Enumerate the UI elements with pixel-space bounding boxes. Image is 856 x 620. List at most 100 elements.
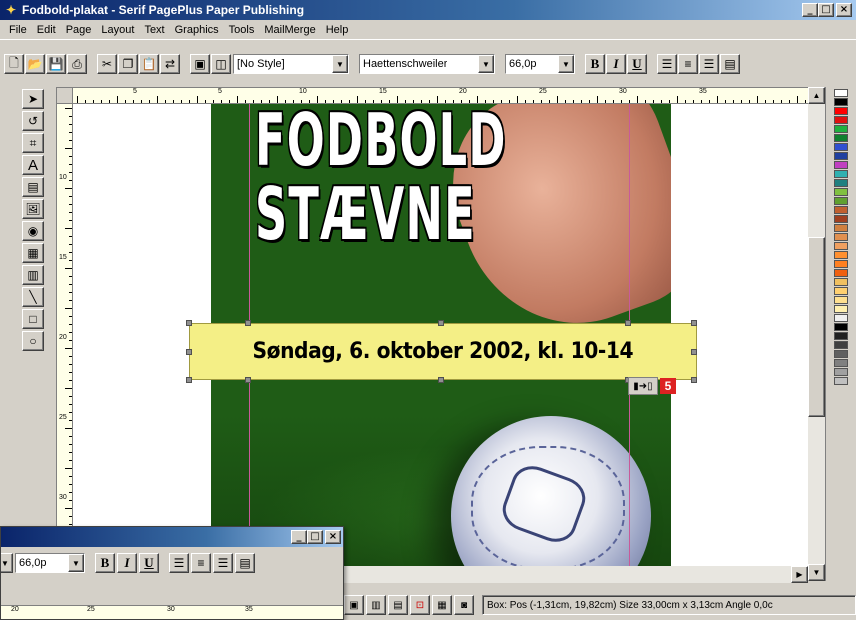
underline-button[interactable]: U (139, 553, 159, 573)
page-view-icon[interactable]: ▣ (344, 595, 364, 615)
color-swatch[interactable] (834, 107, 848, 115)
size-select[interactable]: 66,0p ▼ (505, 54, 575, 74)
text-flow-indicator[interactable]: ▮➜▯ 5 (628, 377, 676, 395)
picture-tool-icon[interactable]: 🖼 (22, 199, 44, 219)
paste-icon[interactable]: 📋 (139, 54, 159, 74)
image-icon[interactable]: ◙ (454, 595, 474, 615)
color-swatch[interactable] (834, 170, 848, 178)
minimize-button[interactable]: _ (802, 3, 818, 17)
scroll-thumb[interactable] (808, 237, 825, 417)
align-center-icon[interactable]: ≡ (678, 54, 698, 74)
color-swatch[interactable] (834, 278, 848, 286)
text-frame-icon[interactable]: ⊡ (410, 595, 430, 615)
color-swatch[interactable] (834, 233, 848, 241)
color-swatch[interactable] (834, 179, 848, 187)
color-swatch[interactable] (834, 161, 848, 169)
color-swatch[interactable] (834, 251, 848, 259)
menu-layout[interactable]: Layout (96, 24, 139, 36)
maximize-button[interactable]: □ (307, 530, 323, 544)
document-workspace[interactable]: 5 5 10 15 20 25 30 35 10 15 20 25 30 FOD… (56, 87, 826, 581)
color-swatch[interactable] (834, 224, 848, 232)
bold-button[interactable]: B (95, 553, 115, 573)
style-select[interactable]: [No Style] ▼ (233, 54, 349, 74)
align-right-icon[interactable]: ☰ (699, 54, 719, 74)
pointer-tool-icon[interactable]: ➤ (22, 89, 44, 109)
color-swatch[interactable] (834, 143, 848, 151)
chevron-down-icon[interactable]: ▼ (558, 55, 574, 73)
selection-handle[interactable] (438, 320, 444, 326)
align-left-icon[interactable]: ☰ (657, 54, 677, 74)
crop-tool-icon[interactable]: ⌗ (22, 133, 44, 153)
color-swatch[interactable] (834, 305, 848, 313)
table-tool-icon[interactable]: ▦ (22, 243, 44, 263)
color-swatch[interactable] (834, 368, 848, 376)
color-swatch[interactable] (834, 206, 848, 214)
italic-button[interactable]: I (606, 54, 626, 74)
menu-graphics[interactable]: Graphics (170, 24, 224, 36)
calendar-tool-icon[interactable]: ▥ (22, 265, 44, 285)
vertical-ruler[interactable]: 10 15 20 25 30 (57, 104, 73, 580)
color-swatch[interactable] (834, 350, 848, 358)
selection-handle[interactable] (245, 320, 251, 326)
align-left-icon[interactable]: ☰ (169, 553, 189, 573)
maximize-button[interactable]: □ (818, 3, 834, 17)
color-swatch[interactable] (834, 296, 848, 304)
color-swatch[interactable] (834, 269, 848, 277)
color-swatch[interactable] (834, 152, 848, 160)
color-swatch[interactable] (834, 134, 848, 142)
selection-handle[interactable] (186, 349, 192, 355)
date-text[interactable]: Søndag, 6. oktober 2002, kl. 10-14 (253, 339, 634, 364)
minimize-button[interactable]: _ (291, 530, 307, 544)
menu-help[interactable]: Help (321, 24, 354, 36)
save-icon[interactable]: 💾 (46, 54, 66, 74)
color-swatch[interactable] (834, 260, 848, 268)
selection-handle[interactable] (186, 377, 192, 383)
color-swatch[interactable] (834, 188, 848, 196)
color-swatch[interactable] (834, 242, 848, 250)
date-text-frame[interactable]: Søndag, 6. oktober 2002, kl. 10-14 (189, 323, 697, 380)
horizontal-scrollbar[interactable]: ▶ (340, 566, 808, 583)
ellipse-tool-icon[interactable]: ○ (22, 331, 44, 351)
color-swatch[interactable] (834, 377, 848, 385)
spread-view-icon[interactable]: ▥ (366, 595, 386, 615)
menu-file[interactable]: File (4, 24, 32, 36)
scroll-down-icon[interactable]: ▼ (808, 564, 825, 581)
color-swatch[interactable] (834, 341, 848, 349)
text-tool-icon[interactable]: A (22, 155, 44, 175)
selection-handle[interactable] (691, 377, 697, 383)
color-swatch[interactable] (834, 89, 848, 97)
horizontal-ruler[interactable]: 5 5 10 15 20 25 30 35 (73, 88, 825, 104)
menu-edit[interactable]: Edit (32, 24, 61, 36)
align-right-icon[interactable]: ☰ (213, 553, 233, 573)
horizontal-ruler[interactable]: 20 25 30 35 (1, 605, 343, 619)
rotate-tool-icon[interactable]: ↺ (22, 111, 44, 131)
underline-button[interactable]: U (627, 54, 647, 74)
align-center-icon[interactable]: ≡ (191, 553, 211, 573)
close-button[interactable]: × (836, 3, 852, 17)
print-icon[interactable]: ⎙ (67, 54, 87, 74)
menu-page[interactable]: Page (61, 24, 97, 36)
color-swatch[interactable] (834, 287, 848, 295)
color-swatch[interactable] (834, 332, 848, 340)
scroll-up-icon[interactable]: ▲ (808, 87, 825, 104)
selection-handle[interactable] (245, 377, 251, 383)
line-tool-icon[interactable]: ╲ (22, 287, 44, 307)
color-swatch[interactable] (834, 215, 848, 223)
color-swatch[interactable] (834, 359, 848, 367)
wordart-tool-icon[interactable]: ◉ (22, 221, 44, 241)
italic-button[interactable]: I (117, 553, 137, 573)
send-back-icon[interactable]: ◫ (211, 54, 231, 74)
copy-icon[interactable]: ❐ (118, 54, 138, 74)
chevron-down-icon[interactable]: ▼ (478, 55, 494, 73)
chevron-down-icon[interactable]: ▼ (68, 554, 84, 572)
page-canvas[interactable]: FODBOLD STÆVNE Søndag, 6. oktober 2002, … (73, 104, 825, 580)
color-swatch[interactable] (834, 125, 848, 133)
layers-icon[interactable]: ▦ (432, 595, 452, 615)
headline-fodbold[interactable]: FODBOLD (255, 104, 507, 176)
size-select[interactable]: 66,0p ▼ (15, 553, 85, 573)
selection-handle[interactable] (438, 377, 444, 383)
color-swatch[interactable] (834, 116, 848, 124)
master-page-icon[interactable]: ▤ (388, 595, 408, 615)
frame-text-tool-icon[interactable]: ▤ (22, 177, 44, 197)
scroll-right-icon[interactable]: ▶ (791, 566, 808, 583)
